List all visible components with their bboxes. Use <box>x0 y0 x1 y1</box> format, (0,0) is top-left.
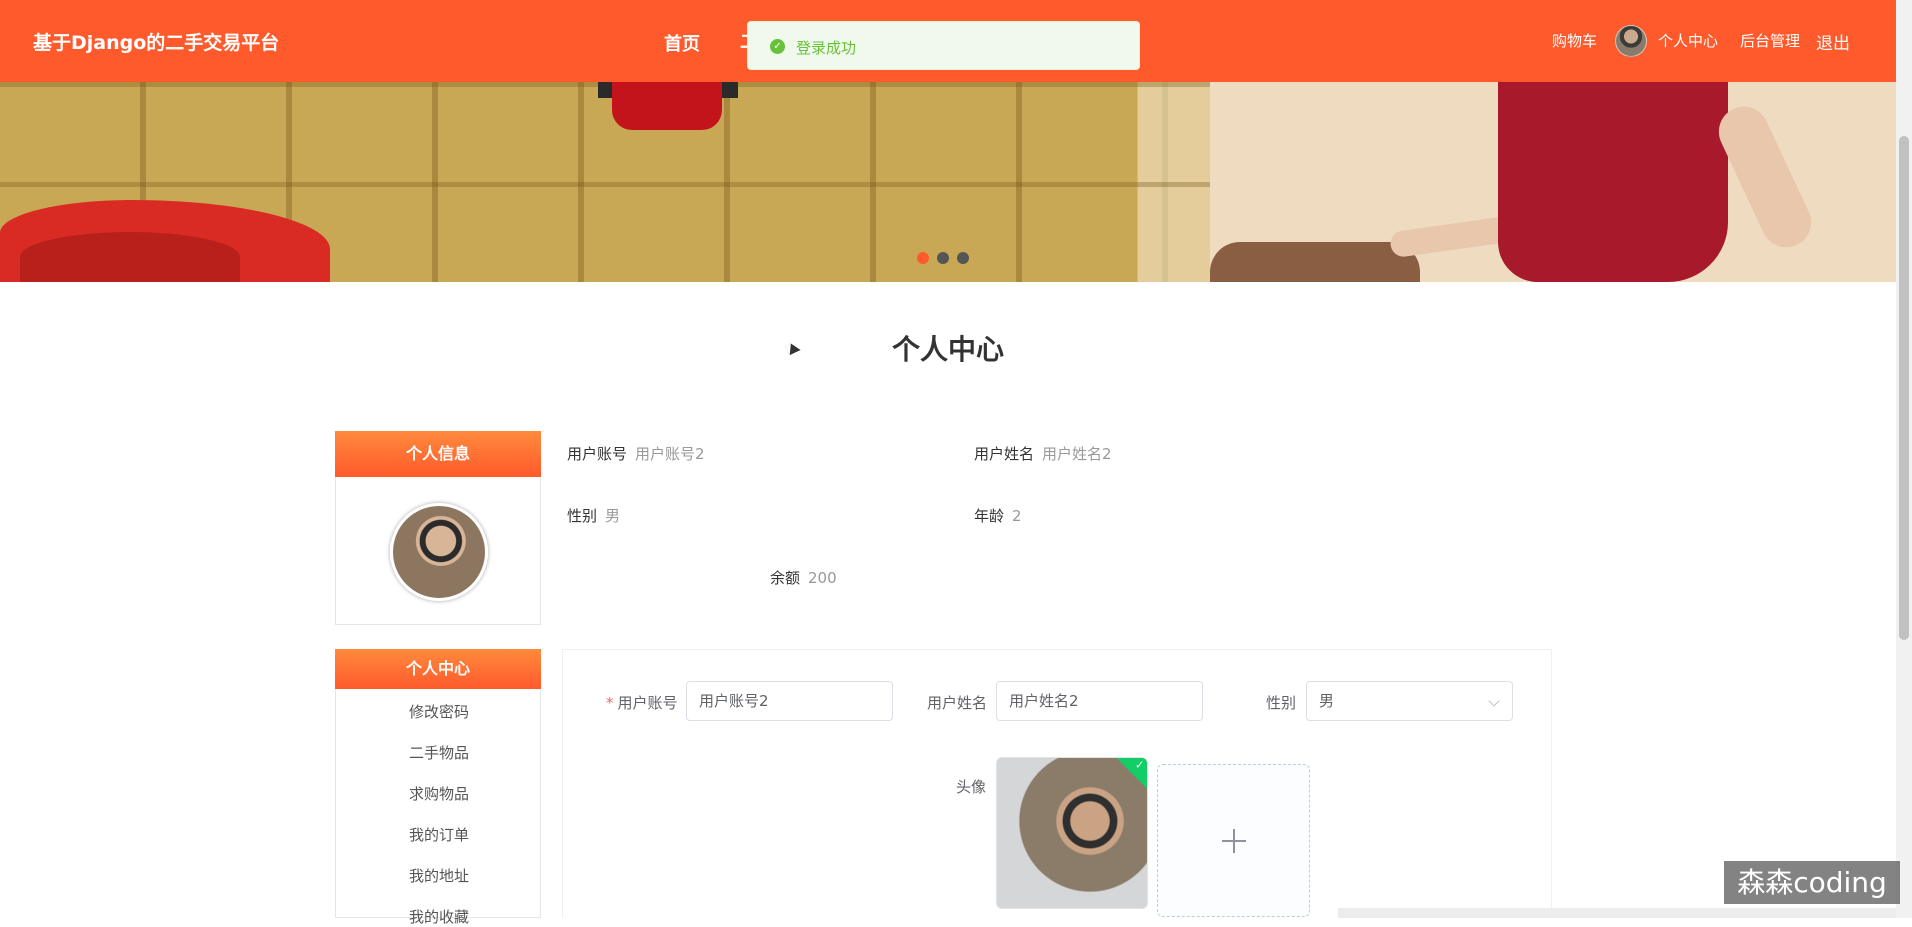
sidebar-menu: 修改密码 二手物品 求购物品 我的订单 我的地址 我的收藏 <box>335 689 542 926</box>
gender-select[interactable]: 男 <box>1306 681 1513 721</box>
avatar-upload-button[interactable] <box>1157 764 1310 917</box>
profile-link[interactable]: 个人中心 <box>1658 30 1718 51</box>
info-account-value: 用户账号2 <box>635 445 705 463</box>
user-avatar-icon[interactable] <box>1615 25 1647 57</box>
check-icon: ✓ <box>1135 758 1145 772</box>
required-mark: * <box>606 694 614 712</box>
form-gender-label: 性别 <box>1266 694 1297 712</box>
carousel-dot-1[interactable] <box>917 252 929 264</box>
sidebar-item-my-address[interactable]: 我的地址 <box>336 865 542 886</box>
form-account-label-text: 用户账号 <box>617 694 678 712</box>
toast-message: 登录成功 <box>796 39 857 57</box>
info-gender: 性别男 <box>567 505 620 526</box>
chevron-down-icon <box>1488 695 1500 707</box>
sidebar-item-wanted-items[interactable]: 求购物品 <box>336 783 542 804</box>
info-account-label: 用户账号 <box>567 445 628 463</box>
watermark: 森森coding <box>1724 861 1900 904</box>
info-name-value: 用户姓名2 <box>1042 445 1112 463</box>
info-balance-value: 200 <box>808 569 837 587</box>
info-name-label: 用户姓名 <box>974 445 1035 463</box>
info-age-label: 年龄 <box>974 507 1005 525</box>
sidebar-item-my-favorites[interactable]: 我的收藏 <box>336 906 542 927</box>
info-balance-label: 余额 <box>770 569 801 587</box>
banner-red-shoe-shadow <box>20 232 240 282</box>
info-name: 用户姓名 用户姓名2 <box>974 443 1112 464</box>
account-input[interactable]: 用户账号2 <box>686 681 893 721</box>
sidebar-item-my-orders[interactable]: 我的订单 <box>336 824 542 845</box>
logout-link[interactable]: 退出 <box>1816 29 1850 54</box>
banner-red-dress <box>1498 82 1728 282</box>
info-age-value: 2 <box>1012 507 1022 525</box>
carousel-dot-2[interactable] <box>937 252 949 264</box>
info-balance: 余额 200 <box>770 567 837 588</box>
profile-avatar <box>390 503 488 601</box>
personal-center-header: 个人中心 <box>335 649 541 689</box>
site-brand[interactable]: 基于Django的二手交易平台 <box>33 28 279 55</box>
avatar-card <box>335 477 541 625</box>
name-input[interactable]: 用户姓名2 <box>996 681 1203 721</box>
sidebar-item-secondhand-items[interactable]: 二手物品 <box>336 742 542 763</box>
personal-info-header: 个人信息 <box>335 431 541 477</box>
upload-success-badge: ✓ <box>1115 758 1147 790</box>
admin-link[interactable]: 后台管理 <box>1740 30 1800 51</box>
banner-brown-shoe <box>1210 242 1420 282</box>
info-account: 用户账号 用户账号2 <box>567 443 705 464</box>
plus-icon-vertical <box>1233 829 1235 853</box>
form-avatar-label: 头像 <box>956 778 987 796</box>
carousel-dot-3[interactable] <box>957 252 969 264</box>
uploaded-avatar-thumbnail[interactable]: ✓ <box>996 757 1148 909</box>
form-name-label: 用户姓名 <box>927 694 988 712</box>
page-scrollbar-thumb[interactable] <box>1899 136 1909 640</box>
form-account-label: * 用户账号 <box>606 692 678 713</box>
page-title: 个人中心 <box>891 333 1004 366</box>
gender-select-value: 男 <box>1319 692 1335 710</box>
success-check-icon: ✓ <box>770 39 785 54</box>
login-success-toast: ✓ 登录成功 <box>747 21 1140 70</box>
info-gender-label: 性别 <box>567 507 598 525</box>
sidebar-item-change-password[interactable]: 修改密码 <box>336 701 542 722</box>
carousel-indicators <box>917 249 977 268</box>
banner-carousel[interactable] <box>0 82 1896 282</box>
nav-home-link[interactable]: 首页 <box>664 30 700 56</box>
info-gender-value: 男 <box>605 507 621 525</box>
cart-link[interactable]: 购物车 <box>1552 30 1597 51</box>
info-age: 年龄 2 <box>974 505 1022 526</box>
bottom-overlay-strip <box>1338 908 1896 918</box>
banner-red-bag <box>612 82 722 130</box>
